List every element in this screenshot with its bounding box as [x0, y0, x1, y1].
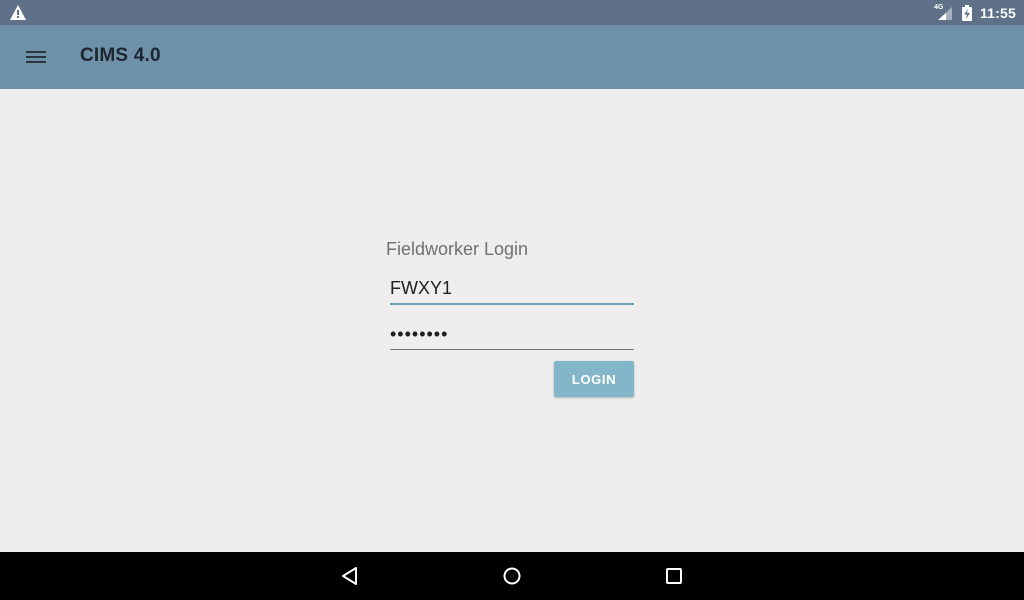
recents-icon[interactable] — [662, 564, 686, 588]
password-input[interactable] — [390, 319, 634, 350]
login-button[interactable]: LOGIN — [554, 361, 634, 397]
status-bar: 4G 11:55 — [0, 0, 1024, 25]
username-input[interactable] — [390, 273, 634, 305]
clock: 11:55 — [979, 4, 1016, 21]
battery-charging-icon — [961, 4, 972, 21]
warning-icon — [10, 5, 26, 20]
hamburger-menu-icon — [26, 51, 46, 63]
login-title: Fieldworker Login — [386, 239, 529, 259]
menu-button[interactable] — [18, 43, 54, 71]
app-bar: CIMS 4.0 — [0, 25, 1024, 89]
back-icon[interactable] — [338, 564, 362, 588]
app-title: CIMS 4.0 — [80, 45, 161, 66]
home-icon[interactable] — [500, 564, 524, 588]
system-navigation-bar — [0, 552, 1024, 600]
login-form: Fieldworker Login LOGIN — [386, 239, 636, 399]
signal-icon: 4G — [934, 4, 954, 21]
